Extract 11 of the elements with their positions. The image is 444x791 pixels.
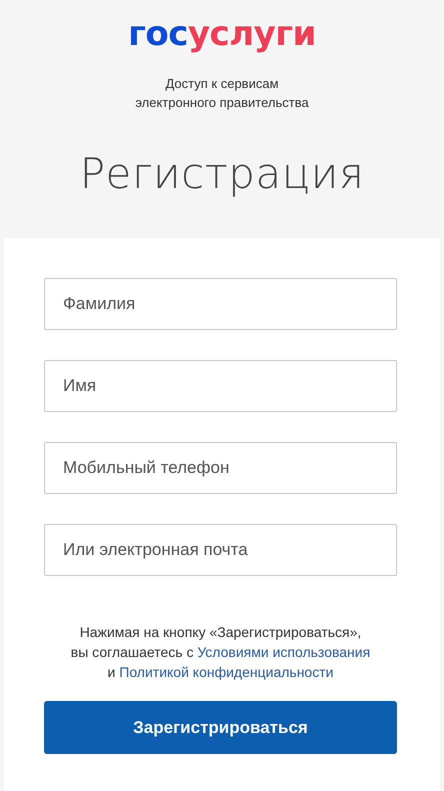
terms-link[interactable]: Политикой конфиденциальности	[119, 664, 334, 680]
terms-text: Нажимая на кнопку «Зарегистрироваться», вы соглашаетесь с Условиями использования и Политикой конфиденциальности	[70, 623, 372, 682]
input-field[interactable]: Фамилия	[44, 278, 397, 330]
register-button[interactable]: Зарегистрироваться	[44, 701, 397, 754]
page-title: Регистрация	[80, 149, 364, 199]
terms-link[interactable]: Условиями использования	[197, 644, 370, 660]
input-field[interactable]: Мобильный телефон	[44, 442, 397, 494]
logo: госуслуги	[128, 14, 316, 54]
tagline: Доступ к сервисам электронного правительства	[135, 75, 309, 112]
input-field[interactable]: Имя	[44, 360, 397, 412]
input-field[interactable]: Или электронная почта	[44, 524, 397, 576]
